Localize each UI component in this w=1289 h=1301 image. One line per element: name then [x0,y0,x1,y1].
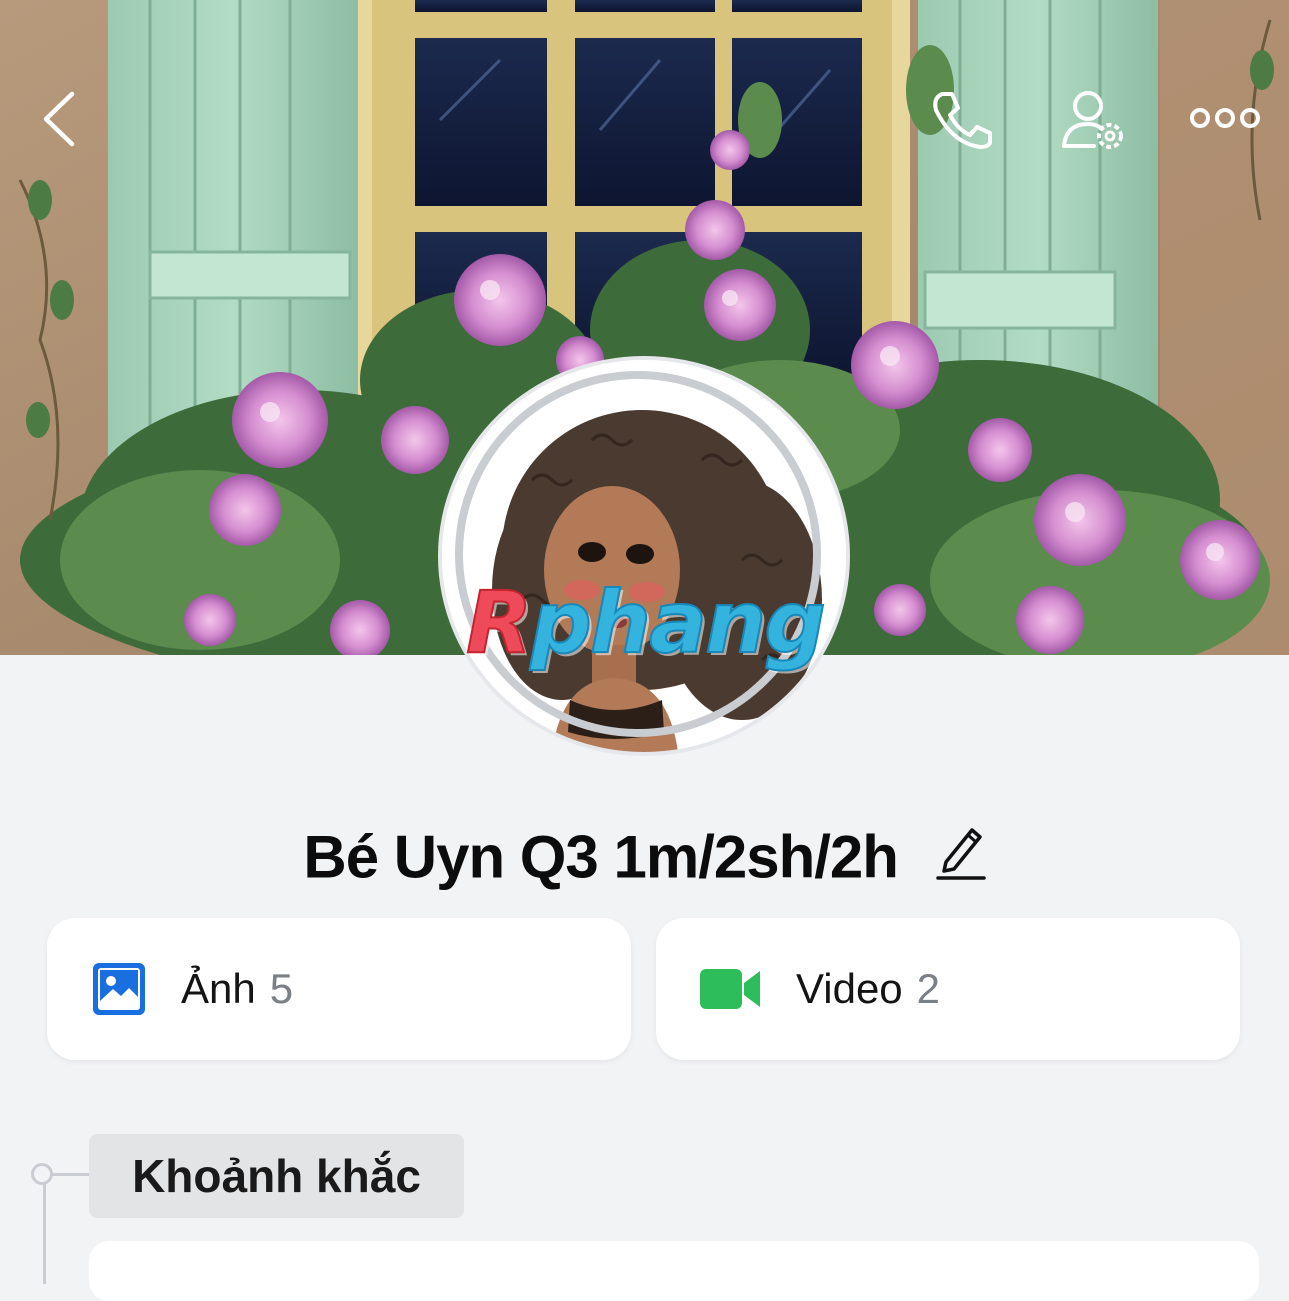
user-settings-icon [1062,91,1123,149]
chevron-left-icon [43,91,75,147]
photos-count: 5 [269,965,294,1012]
avatar-watermark: Rphang [465,573,827,673]
profile-name-text: Bé Uyn Q3 1m/2sh/2h [303,823,899,891]
profile-name: Bé Uyn Q3 1m/2sh/2h [0,818,1289,894]
timeline-connector [52,1173,90,1176]
more-horizontal-icon [1190,108,1260,128]
video-card[interactable]: Video 2 [656,918,1240,1060]
avatar-illustration [442,360,846,752]
photos-card[interactable]: Ảnh 5 [47,918,631,1060]
video-label: Video [796,965,903,1012]
avatar[interactable] [442,360,846,752]
photos-label: Ảnh [181,965,256,1012]
image-icon [93,963,145,1015]
moments-label: Khoảnh khắc [132,1150,421,1202]
back-button[interactable] [36,88,86,150]
moment-card[interactable] [89,1241,1259,1301]
video-camera-icon [700,969,760,1009]
pencil-icon [935,828,986,880]
timeline-line [43,1184,46,1284]
timeline-dot [31,1163,53,1185]
video-count: 2 [916,965,941,1012]
more-button[interactable] [1190,100,1260,136]
profile-settings-button[interactable] [1060,88,1128,154]
moments-header: Khoảnh khắc [89,1134,464,1218]
phone-icon [933,92,992,149]
avatar-watermark-text: phang [529,573,827,673]
edit-name-button[interactable] [935,820,986,894]
call-button[interactable] [928,88,994,150]
